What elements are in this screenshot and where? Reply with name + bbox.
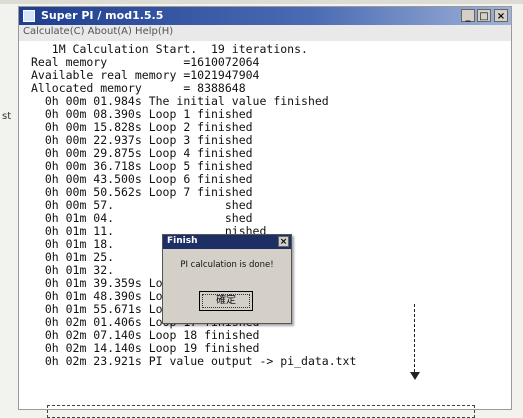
dialog-message: PI calculation is done!: [180, 260, 274, 270]
menu-items[interactable]: Calculate(C) About(A) Help(H): [23, 26, 173, 37]
window-top-edge: [0, 0, 523, 4]
ok-button[interactable]: 確定: [199, 291, 253, 311]
annotation-arrow-head: [410, 372, 420, 380]
superpi-window: Super PI / mod1.5.5 _ □ × Calculate(C) A…: [18, 6, 512, 418]
maximize-button[interactable]: □: [477, 9, 491, 22]
finish-dialog: Finish × PI calculation is done! 確定: [162, 234, 292, 324]
side-label: st: [2, 111, 12, 122]
console-line: 0h 02m 23.921s PI value output -> pi_dat…: [31, 354, 357, 368]
minimize-button[interactable]: _: [461, 9, 475, 22]
console-output: 1M Calculation Start. 19 iterations. Real…: [31, 43, 501, 405]
annotation-arrow-line: [414, 304, 415, 372]
close-button[interactable]: ×: [494, 9, 508, 22]
app-icon: [23, 10, 35, 22]
dialog-title: Finish: [167, 236, 198, 246]
dialog-close-button[interactable]: ×: [278, 236, 289, 247]
title-bar[interactable]: Super PI / mod1.5.5 _ □ ×: [19, 7, 511, 25]
menu-bar: Calculate(C) About(A) Help(H): [19, 25, 511, 41]
window-title: Super PI / mod1.5.5: [41, 9, 164, 22]
dialog-title-bar[interactable]: Finish ×: [163, 235, 291, 249]
annotation-highlight-box: [47, 405, 475, 418]
